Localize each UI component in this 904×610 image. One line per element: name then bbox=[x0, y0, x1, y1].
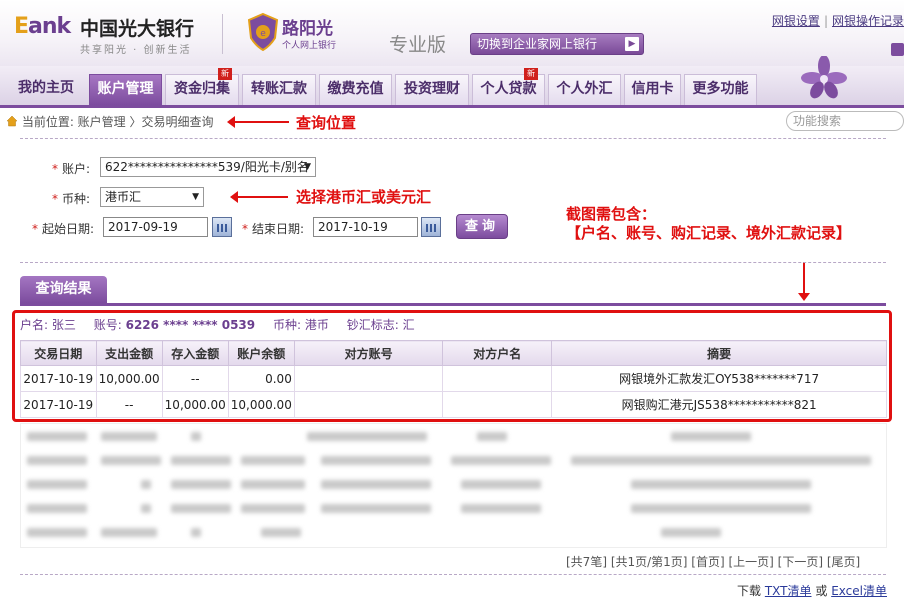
annotation-arrow bbox=[798, 262, 810, 301]
col-counter-name: 对方户名 bbox=[442, 340, 553, 366]
play-arrow-icon: ▶ bbox=[625, 37, 639, 51]
nav-account[interactable]: 账户管理 bbox=[89, 74, 162, 105]
col-date: 交易日期 bbox=[20, 340, 97, 366]
new-badge: 新 bbox=[218, 68, 232, 80]
main-nav: 我的主页 账户管理 资金归集新 转账汇款 缴费充值 投资理财 个人贷款新 个人外… bbox=[0, 66, 904, 108]
nav-more[interactable]: 更多功能 bbox=[684, 74, 757, 105]
tab-query-results[interactable]: 查询结果 bbox=[20, 276, 107, 303]
table-header-row: 交易日期 支出金额 存入金额 账户余额 对方账号 对方户名 摘要 bbox=[20, 340, 887, 366]
start-date-input[interactable]: 2017-09-19 bbox=[103, 217, 208, 237]
download-excel-link[interactable]: Excel清单 bbox=[831, 584, 887, 598]
netbank-settings-link[interactable]: 网银设置 bbox=[772, 14, 820, 28]
nav-payment[interactable]: 缴费充值 bbox=[319, 74, 392, 105]
eank-logo: Eank bbox=[14, 14, 71, 39]
lyg-title: 路阳光 bbox=[282, 19, 333, 39]
home-icon bbox=[6, 115, 18, 127]
switch-enterprise-button[interactable]: 切换到企业家网上银行 ▶ bbox=[470, 33, 644, 55]
svg-text:e: e bbox=[260, 29, 266, 39]
netbank-log-link[interactable]: 网银操作记录 bbox=[832, 14, 904, 28]
cash-remit-flag: 汇 bbox=[402, 318, 415, 332]
nav-home[interactable]: 我的主页 bbox=[4, 74, 88, 105]
table-row: 2017-10-19 10,000.00 -- 0.00 网银境外汇款发汇OY5… bbox=[20, 365, 887, 392]
header: Eank 中国光大银行 共享阳光 · 创新生活 e 路阳光 个人网上银行 专业版… bbox=[0, 0, 904, 66]
account-info-line: 户名: 张三 账号: 6226 **** **** 0539 币种: 港币 钞汇… bbox=[20, 318, 415, 332]
calendar-icon[interactable] bbox=[421, 217, 441, 237]
start-date-label: * 起始日期: bbox=[32, 222, 95, 236]
divider bbox=[20, 574, 886, 575]
account-label: * 账户: bbox=[52, 162, 91, 176]
account-select[interactable]: 622***************539/阳光卡/别名 ▼ bbox=[100, 157, 316, 177]
header-divider bbox=[222, 14, 223, 54]
annotation-arrow bbox=[227, 116, 289, 128]
new-badge: 新 bbox=[524, 68, 538, 80]
nav-credit-card[interactable]: 信用卡 bbox=[624, 74, 681, 105]
col-debit: 支出金额 bbox=[95, 340, 163, 366]
bank-slogan: 共享阳光 · 创新生活 bbox=[80, 45, 192, 56]
corner-button[interactable] bbox=[891, 43, 904, 56]
end-date-label: * 结束日期: bbox=[242, 222, 305, 236]
divider bbox=[20, 262, 886, 263]
account-name: 张三 bbox=[51, 318, 76, 332]
chevron-down-icon: ▼ bbox=[192, 192, 199, 202]
nav-invest[interactable]: 投资理财 bbox=[395, 74, 469, 105]
result-currency: 港币 bbox=[304, 318, 329, 332]
account-number: 6226 **** **** 0539 bbox=[125, 318, 256, 332]
function-search-input[interactable]: 功能搜索 bbox=[786, 111, 904, 131]
eank-logo-text: ank bbox=[28, 14, 71, 39]
nav-transfer[interactable]: 转账汇款 bbox=[242, 74, 316, 105]
col-credit: 存入金额 bbox=[161, 340, 229, 366]
bank-name: 中国光大银行 bbox=[80, 18, 195, 40]
currency-select[interactable]: 港币汇 ▼ bbox=[100, 187, 204, 207]
annotation-screenshot-need-2: 【户名、账号、购汇记录、境外汇款记录】 bbox=[566, 224, 852, 242]
tab-underline bbox=[20, 303, 886, 306]
sunshine-emblem-icon: e bbox=[247, 12, 279, 52]
blurred-rows bbox=[20, 423, 887, 548]
col-counter-account: 对方账号 bbox=[293, 340, 444, 366]
annotation-query-position: 查询位置 bbox=[296, 114, 357, 132]
breadcrumb-text: 当前位置: 账户管理 〉交易明细查询 bbox=[21, 115, 214, 129]
col-balance: 账户余额 bbox=[227, 340, 295, 366]
download-links: 下载 TXT清单 或 Excel清单 bbox=[737, 584, 887, 598]
col-summary: 摘要 bbox=[551, 340, 887, 366]
currency-label: * 币种: bbox=[52, 192, 91, 206]
nav-loan[interactable]: 个人贷款新 bbox=[472, 68, 545, 105]
calendar-icon[interactable] bbox=[212, 217, 232, 237]
download-txt-link[interactable]: TXT清单 bbox=[765, 584, 812, 598]
divider bbox=[20, 138, 886, 139]
annotation-arrow bbox=[230, 191, 288, 203]
annotation-choose-currency: 选择港币汇或美元汇 bbox=[296, 188, 432, 206]
chevron-down-icon: ▼ bbox=[304, 162, 311, 172]
annotation-screenshot-need-1: 截图需包含： bbox=[566, 205, 657, 223]
edition-label: 专业版 bbox=[389, 34, 447, 56]
end-date-input[interactable]: 2017-10-19 bbox=[313, 217, 418, 237]
pagination[interactable]: [共7笔] [共1页/第1页] [首页] [上一页] [下一页] [尾页] bbox=[566, 553, 860, 570]
top-links: 网银设置 | 网银操作记录 bbox=[771, 14, 904, 28]
query-button[interactable]: 查询 bbox=[456, 214, 508, 239]
lyg-subtitle: 个人网上银行 bbox=[282, 41, 337, 51]
breadcrumb: 当前位置: 账户管理 〉交易明细查询 bbox=[6, 113, 214, 131]
table-row: 2017-10-19 -- 10,000.00 10,000.00 网银购汇港元… bbox=[20, 391, 887, 418]
flower-logo-icon bbox=[801, 56, 847, 99]
nav-forex[interactable]: 个人外汇 bbox=[548, 74, 621, 105]
nav-fund-pool[interactable]: 资金归集新 bbox=[165, 68, 239, 105]
switch-enterprise-label: 切换到企业家网上银行 bbox=[477, 37, 598, 51]
transaction-table: 交易日期 支出金额 存入金额 账户余额 对方账号 对方户名 摘要 2017-10… bbox=[20, 340, 887, 418]
